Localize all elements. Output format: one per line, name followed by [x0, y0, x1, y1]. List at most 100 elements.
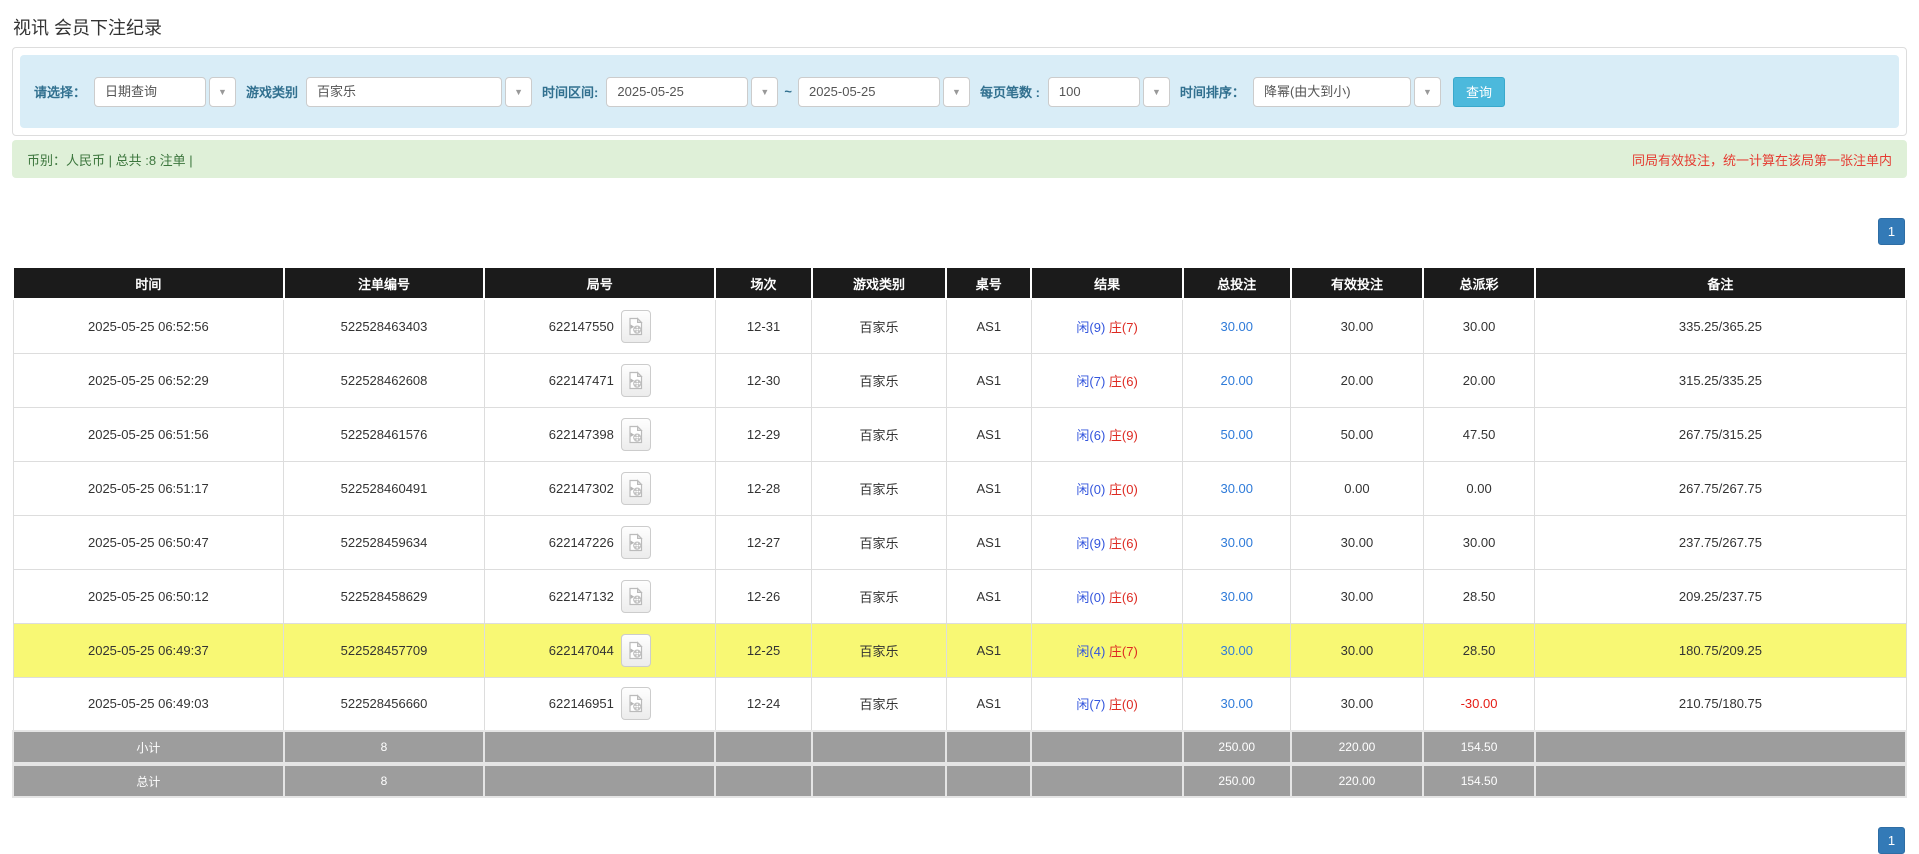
- col-time: 时间: [13, 267, 284, 299]
- cell-result: 闲(9) 庄(7): [1031, 299, 1182, 353]
- cell-payout: 28.50: [1423, 569, 1535, 623]
- cell-remark: 237.75/267.75: [1535, 515, 1906, 569]
- cell-result: 闲(0) 庄(0): [1031, 461, 1182, 515]
- cell-game: 百家乐: [812, 677, 946, 731]
- sort-order-value[interactable]: 降幂(由大到小): [1253, 77, 1411, 107]
- cell-total-bet: 50.00: [1183, 407, 1291, 461]
- total-total-bet: 250.00: [1183, 764, 1291, 797]
- cell-time: 2025-05-25 06:52:56: [13, 299, 284, 353]
- video-file-icon: [627, 694, 644, 713]
- cell-session: 12-24: [715, 677, 812, 731]
- total-bet-link[interactable]: 30.00: [1220, 696, 1253, 711]
- total-bet-link[interactable]: 30.00: [1220, 535, 1253, 550]
- total-bet-link[interactable]: 30.00: [1220, 319, 1253, 334]
- search-button[interactable]: 查询: [1453, 77, 1505, 107]
- cell-table-no: AS1: [946, 623, 1031, 677]
- total-bet-link[interactable]: 50.00: [1220, 427, 1253, 442]
- chevron-down-icon[interactable]: ▼: [751, 77, 778, 107]
- chevron-down-icon[interactable]: ▼: [209, 77, 236, 107]
- cell-result: 闲(6) 庄(9): [1031, 407, 1182, 461]
- chevron-down-icon[interactable]: ▼: [1143, 77, 1170, 107]
- total-count: 8: [284, 764, 485, 797]
- video-replay-button[interactable]: [621, 472, 651, 505]
- cell-round-id: 622147132: [484, 569, 715, 623]
- video-replay-button[interactable]: [621, 687, 651, 720]
- game-type-label: 游戏类别: [246, 82, 298, 101]
- cell-total-bet: 30.00: [1183, 515, 1291, 569]
- cell-game: 百家乐: [812, 623, 946, 677]
- sort-order-label: 时间排序：: [1180, 82, 1245, 101]
- cell-session: 12-29: [715, 407, 812, 461]
- game-type-value[interactable]: 百家乐: [306, 77, 502, 107]
- total-label: 总计: [13, 764, 284, 797]
- chevron-down-icon[interactable]: ▼: [943, 77, 970, 107]
- cell-payout: 30.00: [1423, 515, 1535, 569]
- col-session: 场次: [715, 267, 812, 299]
- table-header-row: 时间 注单编号 局号 场次 游戏类别 桌号 结果 总投注 有效投注 总派彩 备注: [13, 267, 1906, 299]
- page-size-value[interactable]: 100: [1048, 77, 1140, 107]
- sort-order-select[interactable]: 降幂(由大到小) ▼: [1253, 77, 1441, 107]
- chevron-down-icon[interactable]: ▼: [1414, 77, 1441, 107]
- video-replay-button[interactable]: [621, 580, 651, 613]
- table-row: 2025-05-25 06:50:47 522528459634 6221472…: [13, 515, 1906, 569]
- video-replay-button[interactable]: [621, 418, 651, 451]
- game-type-select[interactable]: 百家乐 ▼: [306, 77, 532, 107]
- total-bet-link[interactable]: 30.00: [1220, 481, 1253, 496]
- page-size-select[interactable]: 100 ▼: [1048, 77, 1170, 107]
- cell-round-id: 622147398: [484, 407, 715, 461]
- total-bet-link[interactable]: 20.00: [1220, 373, 1253, 388]
- cell-remark: 335.25/365.25: [1535, 299, 1906, 353]
- date-from-value[interactable]: 2025-05-25: [606, 77, 748, 107]
- cell-valid-bet: 30.00: [1291, 299, 1424, 353]
- subtotal-valid-bet: 220.00: [1291, 731, 1424, 764]
- cell-bet-id: 522528461576: [284, 407, 485, 461]
- cell-game: 百家乐: [812, 515, 946, 569]
- video-replay-button[interactable]: [621, 634, 651, 667]
- cell-valid-bet: 20.00: [1291, 353, 1424, 407]
- date-to-picker[interactable]: 2025-05-25 ▼: [798, 77, 970, 107]
- currency-total-text: 币别：人民币 | 总共 :8 注单 |: [27, 150, 193, 169]
- cell-game: 百家乐: [812, 299, 946, 353]
- total-valid-bet: 220.00: [1291, 764, 1424, 797]
- total-bet-link[interactable]: 30.00: [1220, 589, 1253, 604]
- cell-result: 闲(7) 庄(6): [1031, 353, 1182, 407]
- table-row: 2025-05-25 06:50:12 522528458629 6221471…: [13, 569, 1906, 623]
- page-1-button[interactable]: 1: [1878, 218, 1905, 245]
- col-valid-bet: 有效投注: [1291, 267, 1424, 299]
- col-bet-id: 注单编号: [284, 267, 485, 299]
- table-row: 2025-05-25 06:49:03 522528456660 6221469…: [13, 677, 1906, 731]
- cell-valid-bet: 30.00: [1291, 515, 1424, 569]
- cell-payout: 20.00: [1423, 353, 1535, 407]
- cell-round-id: 622146951: [484, 677, 715, 731]
- col-remark: 备注: [1535, 267, 1906, 299]
- video-file-icon: [627, 479, 644, 498]
- cell-round-id: 622147302: [484, 461, 715, 515]
- cell-round-id: 622147044: [484, 623, 715, 677]
- video-file-icon: [627, 371, 644, 390]
- cell-session: 12-26: [715, 569, 812, 623]
- chevron-down-icon[interactable]: ▼: [505, 77, 532, 107]
- cell-remark: 180.75/209.25: [1535, 623, 1906, 677]
- video-file-icon: [627, 641, 644, 660]
- col-result: 结果: [1031, 267, 1182, 299]
- col-table-no: 桌号: [946, 267, 1031, 299]
- cell-round-id: 622147226: [484, 515, 715, 569]
- date-to-value[interactable]: 2025-05-25: [798, 77, 940, 107]
- total-bet-link[interactable]: 30.00: [1220, 643, 1253, 658]
- video-replay-button[interactable]: [621, 364, 651, 397]
- video-replay-button[interactable]: [621, 310, 651, 343]
- cell-valid-bet: 30.00: [1291, 677, 1424, 731]
- date-from-picker[interactable]: 2025-05-25 ▼: [606, 77, 778, 107]
- cell-session: 12-31: [715, 299, 812, 353]
- cell-bet-id: 522528459634: [284, 515, 485, 569]
- page-1-button[interactable]: 1: [1878, 827, 1905, 854]
- cell-table-no: AS1: [946, 569, 1031, 623]
- query-type-value[interactable]: 日期查询: [94, 77, 206, 107]
- subtotal-payout: 154.50: [1423, 731, 1535, 764]
- cell-session: 12-27: [715, 515, 812, 569]
- query-type-select[interactable]: 日期查询 ▼: [94, 77, 236, 107]
- table-row: 2025-05-25 06:52:29 522528462608 6221474…: [13, 353, 1906, 407]
- cell-total-bet: 20.00: [1183, 353, 1291, 407]
- cell-table-no: AS1: [946, 677, 1031, 731]
- video-replay-button[interactable]: [621, 526, 651, 559]
